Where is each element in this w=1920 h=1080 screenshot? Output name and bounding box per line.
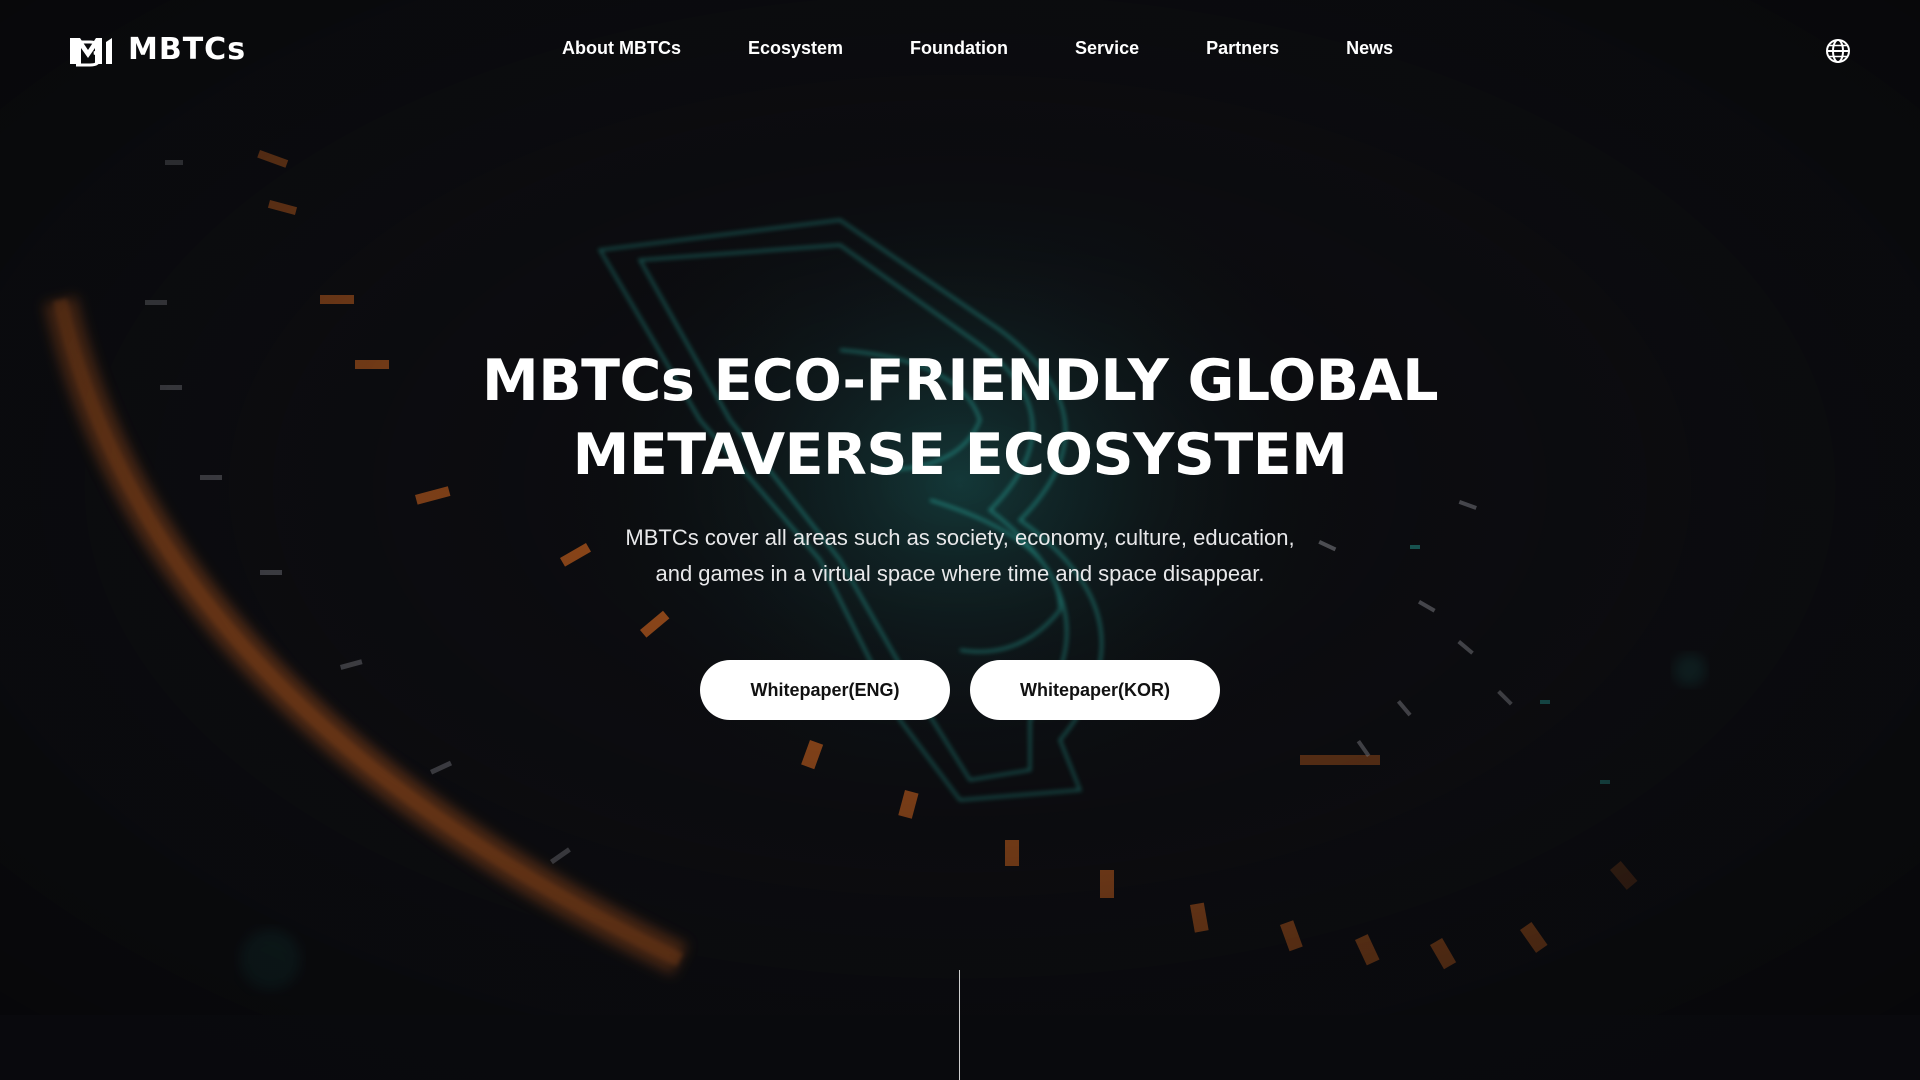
nav-item-about[interactable]: About MBTCs bbox=[562, 36, 681, 60]
brand-logo[interactable]: MBTCs bbox=[68, 32, 246, 68]
hero-title-line-2: METAVERSE ECOSYSTEM bbox=[572, 422, 1348, 488]
nav-item-news[interactable]: News bbox=[1346, 36, 1393, 60]
brand-name: MBTCs bbox=[128, 32, 247, 67]
whitepaper-eng-button[interactable]: Whitepaper(ENG) bbox=[700, 660, 950, 720]
nav-item-ecosystem[interactable]: Ecosystem bbox=[748, 36, 843, 60]
landing-page: MBTCs About MBTCs Ecosystem Foundation S… bbox=[0, 0, 1920, 1080]
hero-subtitle-line-2: and games in a virtual space where time … bbox=[655, 561, 1265, 586]
scroll-indicator-line bbox=[959, 970, 960, 1080]
language-button[interactable] bbox=[1825, 38, 1851, 64]
hero-section: MBTCs ECO-FRIENDLY GLOBAL METAVERSE ECOS… bbox=[0, 0, 1920, 1080]
whitepaper-kor-button[interactable]: Whitepaper(KOR) bbox=[970, 660, 1220, 720]
globe-icon bbox=[1826, 39, 1850, 63]
nav-item-foundation[interactable]: Foundation bbox=[910, 36, 1008, 60]
mbtcs-logo-icon bbox=[70, 38, 112, 67]
nav-item-partners[interactable]: Partners bbox=[1206, 36, 1279, 60]
nav-item-service[interactable]: Service bbox=[1075, 36, 1139, 60]
site-header: MBTCs About MBTCs Ecosystem Foundation S… bbox=[0, 0, 1920, 100]
hero-title-line-1: MBTCs ECO-FRIENDLY GLOBAL bbox=[481, 348, 1439, 414]
hero-subtitle-line-1: MBTCs cover all areas such as society, e… bbox=[625, 525, 1295, 550]
main-nav: About MBTCs Ecosystem Foundation Service… bbox=[562, 36, 1393, 60]
hero-subtitle: MBTCs cover all areas such as society, e… bbox=[560, 520, 1360, 592]
hero-title: MBTCs ECO-FRIENDLY GLOBAL METAVERSE ECOS… bbox=[360, 344, 1560, 492]
